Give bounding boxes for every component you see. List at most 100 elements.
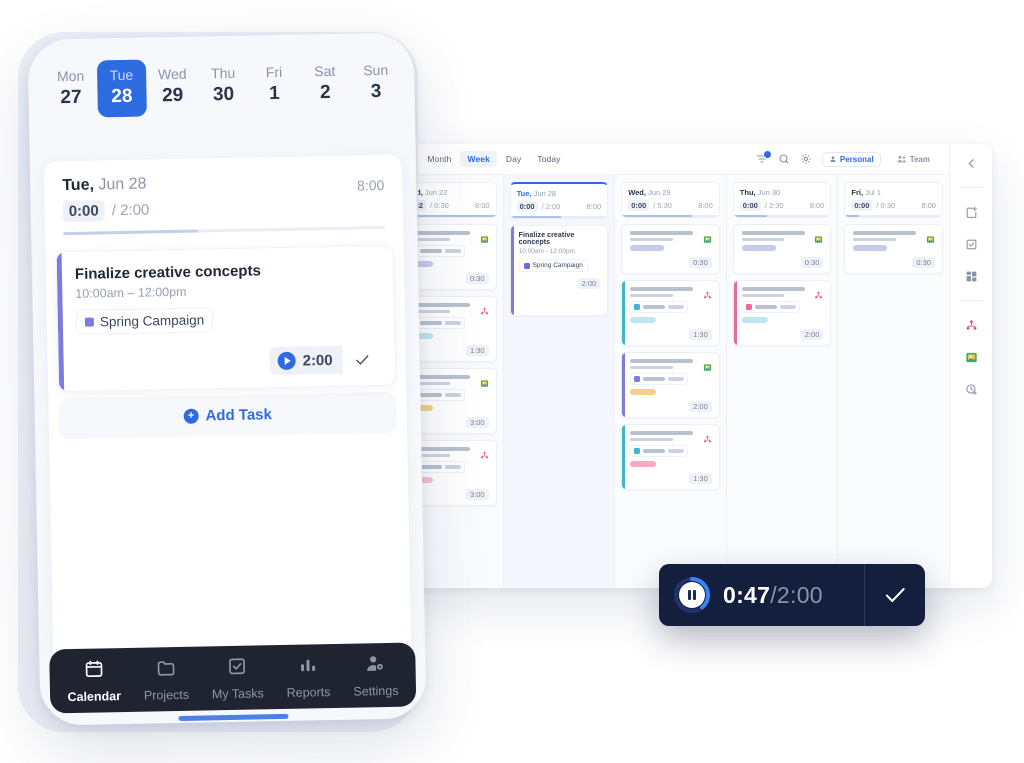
phone-task-card[interactable]: Finalize creative concepts 10:00am – 12:… [55, 244, 397, 393]
network-icon[interactable] [480, 303, 489, 315]
tab-reports[interactable]: Reports [286, 654, 331, 699]
task-card-duration: 1:30 [465, 345, 489, 356]
task-card[interactable]: 0:30 [844, 224, 943, 274]
image-icon[interactable] [703, 359, 712, 371]
image-icon[interactable] [480, 375, 489, 387]
view-button-week[interactable]: Week [460, 151, 497, 167]
network-icon[interactable] [814, 287, 823, 299]
task-card[interactable]: 0:30 [621, 224, 720, 274]
day-tab-date: 30 [212, 83, 235, 106]
task-card[interactable]: 0:30 [732, 224, 832, 274]
task-card-project-chip[interactable] [630, 445, 689, 457]
add-note-icon[interactable] [962, 203, 980, 221]
dashboard-grid-icon[interactable] [962, 267, 980, 285]
project-name-placeholder [643, 449, 666, 453]
tab-label: Projects [143, 687, 190, 703]
day-column-capacity: 8:00 [586, 202, 602, 211]
project-name-placeholder [643, 305, 666, 309]
phone-task-title: Finalize creative concepts [74, 262, 262, 283]
network-icon[interactable] [962, 316, 980, 334]
collapse-left-icon[interactable] [962, 154, 980, 172]
day-tab-weekday: Fri [265, 63, 283, 81]
image-icon[interactable] [814, 231, 823, 243]
task-card-duration: 3:00 [465, 417, 489, 428]
day-tab-sat[interactable]: Sat 2 [300, 56, 350, 114]
day-column-tracked: 0:00 [739, 200, 761, 211]
day-column-jun-28[interactable]: Tue, Jun 28 0:00/ 2:00 8:00 Finalize creati… [503, 175, 616, 588]
day-column-progress [845, 215, 942, 217]
project-meta-placeholder [445, 249, 461, 253]
day-column-tracked: 0:00 [628, 200, 650, 211]
timer-complete-button[interactable] [865, 564, 925, 626]
phone-tab-bar: Calendar Projects My Tasks Reports Settings [49, 642, 417, 714]
play-icon[interactable] [277, 351, 296, 371]
time-add-icon[interactable] [962, 380, 980, 398]
image-icon[interactable] [962, 348, 980, 366]
tab-settings[interactable]: Settings [353, 652, 399, 698]
floating-timer-widget[interactable]: 0:47/2:00 [659, 564, 925, 626]
task-card-project-chip[interactable] [630, 301, 689, 313]
task-card-tag [741, 245, 776, 251]
day-column-date: Jul 1 [865, 188, 881, 197]
view-button-day[interactable]: Day [499, 151, 528, 167]
search-icon[interactable] [778, 153, 791, 166]
task-card-accent [510, 226, 514, 315]
phone-device: Mon 27 Tue 28 Wed 29 Thu 30 Fri 1 Sat 2 Sun 3 Tue, Ju… [27, 32, 427, 726]
day-tab-sun[interactable]: Sun 3 [351, 55, 401, 113]
filter-icon[interactable] [756, 149, 772, 166]
task-card[interactable]: 1:30 [621, 424, 720, 490]
task-card[interactable]: Finalize creative concepts 10:00am - 12:0… [509, 225, 609, 316]
day-column-planned: / 5:30 [653, 201, 672, 210]
network-icon[interactable] [703, 287, 712, 299]
tab-calendar[interactable]: Calendar [67, 658, 121, 704]
floating-timer-main[interactable]: 0:47/2:00 [659, 564, 864, 626]
task-card-project-chip[interactable]: Spring Campaign [518, 259, 588, 272]
day-tab-fri[interactable]: Fri 1 [249, 57, 299, 115]
task-card-project-chip[interactable] [630, 373, 689, 385]
tab-label: Settings [353, 683, 399, 699]
scope-team-button[interactable]: Team [889, 151, 937, 167]
day-tab-weekday: Tue [109, 66, 134, 84]
timer-total: /2:00 [770, 581, 823, 608]
image-icon[interactable] [703, 231, 712, 243]
phone-task-project-chip[interactable]: Spring Campaign [75, 307, 214, 335]
view-button-month[interactable]: Month [420, 151, 458, 167]
task-card-project-chip[interactable] [741, 301, 800, 313]
day-tab-mon[interactable]: Mon 27 [46, 60, 96, 118]
gear-icon[interactable] [800, 153, 813, 166]
task-card-accent [622, 353, 626, 417]
network-icon[interactable] [480, 447, 489, 459]
task-check-icon[interactable] [962, 235, 980, 253]
view-button-today[interactable]: Today [530, 151, 567, 167]
image-icon[interactable] [926, 231, 935, 243]
task-card-tag [630, 245, 665, 251]
add-task-button[interactable]: + Add Task [58, 391, 398, 440]
network-icon[interactable] [703, 431, 712, 443]
task-card[interactable]: 1:30 [621, 280, 720, 346]
tab-my-tasks[interactable]: My Tasks [211, 655, 264, 701]
day-column-planned: / 0:30 [430, 201, 449, 210]
day-column-planned: / 2:30 [764, 201, 784, 210]
task-card-sub-placeholder [630, 294, 673, 297]
phone-task-time: 10:00am – 12:00pm [75, 284, 187, 301]
day-column-jul-1[interactable]: Fri, Jul 1 0:00/ 0:30 8:00 0:30 [838, 175, 949, 588]
check-icon[interactable] [342, 345, 381, 374]
day-column-jun-29[interactable]: Wed, Jun 29 0:00/ 5:30 8:00 0:30 1:30 2:00 1:3… [615, 175, 727, 588]
scope-personal-button[interactable]: Personal [821, 151, 881, 167]
tab-projects[interactable]: Projects [143, 656, 189, 702]
task-card[interactable]: 2:00 [621, 352, 720, 418]
day-tab-wed[interactable]: Wed 29 [148, 59, 198, 117]
task-card-title-placeholder [630, 231, 694, 235]
phone-day-planned: / 2:00 [111, 201, 150, 220]
pause-icon[interactable] [679, 582, 705, 608]
phone-task-timer-button[interactable]: 2:00 [269, 345, 343, 376]
task-card-duration: 0:30 [800, 257, 824, 268]
task-card[interactable]: 2:00 [732, 280, 832, 346]
project-name-placeholder [754, 305, 777, 309]
day-column-jun-30[interactable]: Thu, Jun 30 0:00/ 2:30 8:00 0:30 2:00 [726, 175, 839, 588]
task-card-title-placeholder [741, 231, 805, 235]
user-gear-icon [365, 653, 386, 679]
day-tab-tue[interactable]: Tue 28 [96, 59, 147, 118]
image-icon[interactable] [480, 231, 489, 243]
day-tab-thu[interactable]: Thu 30 [198, 58, 248, 116]
